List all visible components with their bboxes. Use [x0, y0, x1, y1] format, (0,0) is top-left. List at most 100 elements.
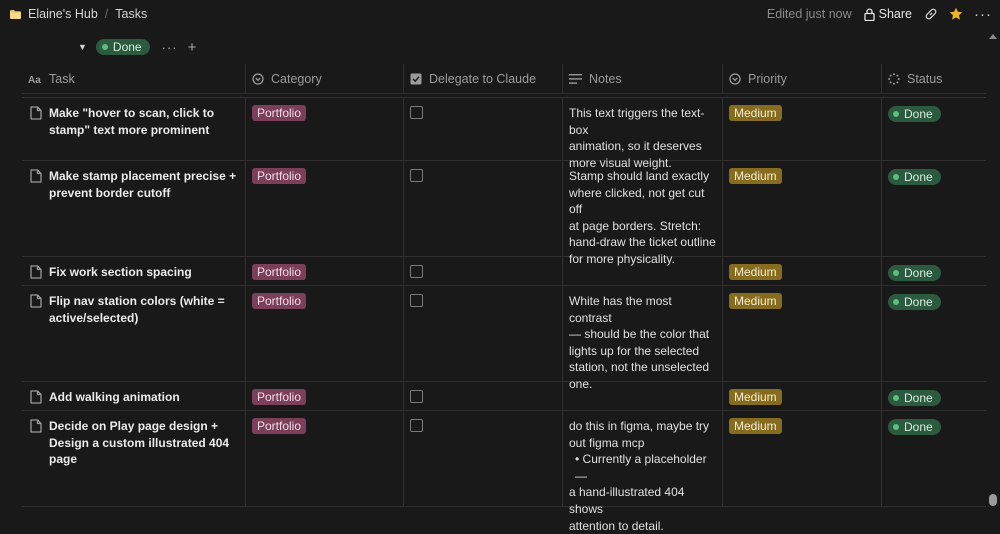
notes-line: — should be the color that — [569, 327, 710, 342]
column-header-status[interactable]: Status — [882, 64, 986, 93]
column-header-notes[interactable]: Notes — [563, 64, 723, 93]
column-header-priority[interactable]: Priority — [723, 64, 882, 93]
delegate-checkbox[interactable] — [410, 390, 423, 403]
table-row[interactable]: Decide on Play page design + Design a cu… — [22, 411, 986, 533]
task-title[interactable]: Fix work section spacing — [49, 264, 192, 281]
notes-cell[interactable]: White has the most contrast — should be t… — [563, 286, 723, 391]
notes-line: do this in figma, maybe try — [569, 419, 710, 433]
group-add-icon[interactable]: + — [188, 39, 197, 56]
table-row[interactable]: Add walking animation Portfolio Medium Done — [22, 382, 986, 411]
folder-icon — [10, 9, 21, 19]
column-header-task[interactable]: Aa Task — [22, 64, 246, 93]
priority-cell[interactable]: Medium — [723, 411, 882, 506]
table-row[interactable]: Make "hover to scan, click to stamp" tex… — [22, 98, 986, 170]
category-cell[interactable]: Portfolio — [246, 257, 404, 285]
group-header-done: ▼ Done ··· + — [78, 37, 196, 57]
delegate-checkbox[interactable] — [410, 169, 423, 182]
notes-line: at page borders. Stretch: — [569, 218, 702, 233]
status-dot-icon — [893, 424, 899, 430]
status-dot-icon — [893, 174, 899, 180]
category-cell[interactable]: Portfolio — [246, 286, 404, 381]
task-cell[interactable]: Add walking animation — [22, 382, 246, 410]
task-title[interactable]: Flip nav station colors (white = active/… — [49, 293, 239, 326]
priority-cell[interactable]: Medium — [723, 98, 882, 160]
notes-line: attention to detail. — [569, 518, 664, 533]
share-button[interactable]: Share — [863, 7, 912, 21]
edited-status: Edited just now — [766, 7, 852, 21]
page-icon — [30, 390, 42, 409]
priority-cell[interactable]: Medium — [723, 161, 882, 256]
table-header: Aa Task Category Delegate to Claude Note… — [22, 64, 986, 94]
status-pill: Done — [888, 294, 941, 310]
delegate-checkbox[interactable] — [410, 265, 423, 278]
breadcrumb-page[interactable]: Tasks — [115, 7, 147, 21]
star-icon[interactable] — [949, 7, 963, 21]
status-cell[interactable]: Done — [882, 382, 986, 410]
category-tag: Portfolio — [252, 418, 307, 434]
notes-cell[interactable]: do this in figma, maybe try out figma mcp… — [563, 411, 723, 533]
task-cell[interactable]: Make stamp placement precise + prevent b… — [22, 161, 246, 256]
task-cell[interactable]: Flip nav station colors (white = active/… — [22, 286, 246, 381]
category-cell[interactable]: Portfolio — [246, 98, 404, 160]
status-label: Done — [904, 265, 933, 280]
select-circle-icon — [252, 72, 264, 85]
delegate-cell — [404, 411, 563, 506]
column-label: Priority — [748, 71, 787, 86]
table-row[interactable]: Flip nav station colors (white = active/… — [22, 286, 986, 391]
status-cell[interactable]: Done — [882, 257, 986, 285]
task-title[interactable]: Add walking animation — [49, 389, 180, 406]
notes-line: a hand-illustrated 404 shows — [569, 485, 685, 516]
table-row[interactable]: Make stamp placement precise + prevent b… — [22, 161, 986, 266]
task-title[interactable]: Decide on Play page design + Design a cu… — [49, 418, 239, 468]
notes-cell[interactable] — [563, 382, 723, 410]
group-more-icon[interactable]: ··· — [162, 40, 178, 55]
category-cell[interactable]: Portfolio — [246, 382, 404, 410]
notes-cell[interactable]: This text triggers the text-box animation… — [563, 98, 723, 170]
table-row[interactable]: Fix work section spacing Portfolio Medium D… — [22, 257, 986, 286]
column-header-category[interactable]: Category — [246, 64, 404, 93]
notes-line: animation, so it deserves — [569, 139, 702, 154]
notes-line: hand-draw the ticket outline — [569, 235, 716, 250]
table-body: Make "hover to scan, click to stamp" tex… — [22, 97, 986, 533]
task-title[interactable]: Make "hover to scan, click to stamp" tex… — [49, 105, 239, 138]
delegate-checkbox[interactable] — [410, 419, 423, 432]
column-label: Delegate to Claude — [429, 71, 537, 86]
scrollbar[interactable] — [986, 28, 1000, 506]
task-cell[interactable]: Make "hover to scan, click to stamp" tex… — [22, 98, 246, 160]
category-tag: Portfolio — [252, 168, 307, 184]
status-cell[interactable]: Done — [882, 161, 986, 256]
notes-line: White has the most contrast — [569, 294, 672, 325]
priority-tag: Medium — [729, 264, 782, 280]
status-label: Done — [904, 390, 933, 405]
scroll-up-arrow-icon[interactable] — [989, 34, 997, 39]
priority-tag: Medium — [729, 418, 782, 434]
notes-cell[interactable]: Stamp should land exactly where clicked, … — [563, 161, 723, 266]
category-cell[interactable]: Portfolio — [246, 161, 404, 256]
lock-icon — [863, 7, 875, 21]
more-options-icon[interactable]: ··· — [974, 6, 992, 23]
page-icon — [30, 294, 42, 313]
task-title[interactable]: Make stamp placement precise + prevent b… — [49, 168, 239, 201]
collapse-caret-icon[interactable]: ▼ — [78, 42, 87, 52]
status-cell[interactable]: Done — [882, 286, 986, 381]
status-pill: Done — [888, 169, 941, 185]
status-dot-icon — [101, 44, 108, 50]
priority-cell[interactable]: Medium — [723, 257, 882, 285]
group-status-pill[interactable]: Done — [95, 39, 150, 55]
priority-cell[interactable]: Medium — [723, 382, 882, 410]
task-cell[interactable]: Decide on Play page design + Design a cu… — [22, 411, 246, 506]
status-label: Done — [904, 169, 933, 184]
status-cell[interactable]: Done — [882, 411, 986, 506]
status-cell[interactable]: Done — [882, 98, 986, 160]
link-icon[interactable] — [924, 7, 938, 21]
notes-cell[interactable] — [563, 257, 723, 285]
category-cell[interactable]: Portfolio — [246, 411, 404, 506]
breadcrumb-workspace[interactable]: Elaine's Hub — [28, 7, 98, 21]
delegate-checkbox[interactable] — [410, 294, 423, 307]
scroll-thumb[interactable] — [989, 494, 997, 506]
status-dot-icon — [893, 299, 899, 305]
column-header-delegate[interactable]: Delegate to Claude — [404, 64, 563, 93]
task-cell[interactable]: Fix work section spacing — [22, 257, 246, 285]
delegate-checkbox[interactable] — [410, 106, 423, 119]
priority-cell[interactable]: Medium — [723, 286, 882, 381]
